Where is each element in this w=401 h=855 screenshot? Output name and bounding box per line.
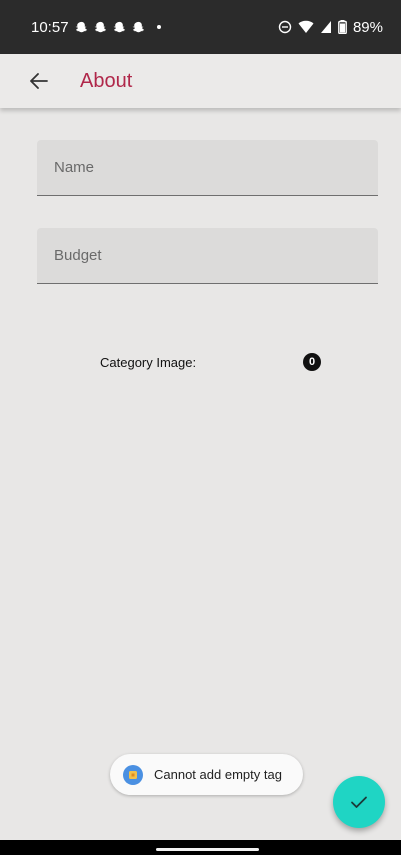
- budget-input[interactable]: [52, 246, 378, 265]
- snapchat-icon: [94, 21, 106, 32]
- status-right: 89%: [278, 19, 383, 36]
- status-time: 10:57: [31, 18, 69, 36]
- back-button[interactable]: [25, 67, 53, 95]
- battery-icon: [338, 20, 347, 34]
- home-gesture-handle[interactable]: [156, 848, 259, 851]
- more-notifications-dot-icon: [156, 25, 161, 29]
- wallet-icon: [129, 770, 137, 779]
- budget-field[interactable]: [37, 228, 378, 284]
- arrow-back-icon: [30, 73, 48, 89]
- cell-signal-icon: [320, 21, 331, 33]
- battery-percent: 89%: [352, 18, 383, 36]
- check-icon: [351, 796, 367, 808]
- toast: Cannot add empty tag: [110, 754, 303, 795]
- name-input[interactable]: [52, 158, 378, 177]
- snapchat-icon: [132, 21, 144, 32]
- app-icon: [123, 764, 143, 785]
- snapchat-icon: [75, 21, 87, 32]
- toast-message: Cannot add empty tag: [154, 767, 282, 782]
- wifi-icon: [298, 20, 314, 33]
- category-image-label: Category Image:: [100, 355, 197, 370]
- status-bar: 10:57 89%: [0, 0, 401, 54]
- page-title: About: [80, 69, 133, 92]
- status-left: 10:57: [31, 19, 161, 36]
- app-bar: About: [0, 54, 401, 108]
- save-fab-button[interactable]: [333, 776, 385, 828]
- app-screen: 10:57 89% About Name Budget Category Ima…: [0, 0, 401, 855]
- name-field[interactable]: [37, 140, 378, 196]
- category-image-picker[interactable]: 0: [303, 353, 321, 371]
- snapchat-icon: [113, 21, 125, 32]
- do-not-disturb-icon: [278, 20, 292, 34]
